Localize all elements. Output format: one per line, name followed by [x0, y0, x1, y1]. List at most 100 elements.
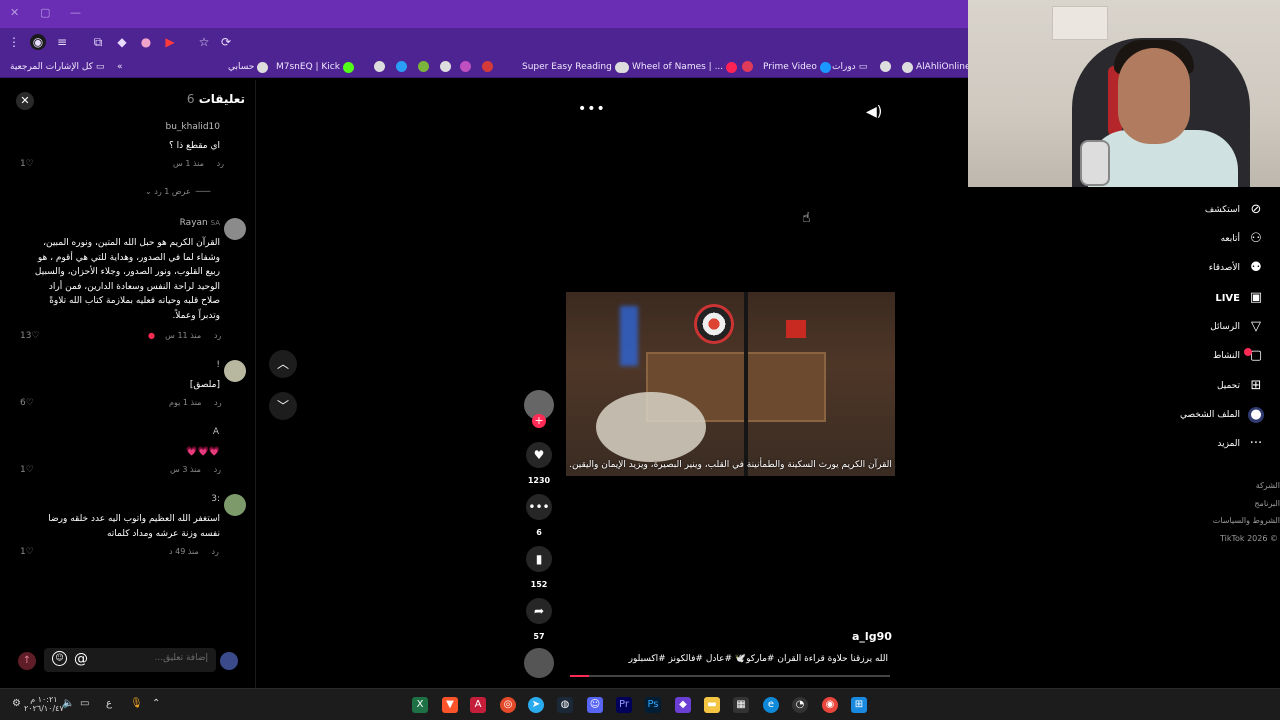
comment-like-button[interactable]: 1♡ — [20, 159, 34, 169]
extension-ghost-icon[interactable]: ● — [138, 34, 154, 50]
bookmark-wheel-of-names[interactable]: Wheel of Names | ... — [618, 59, 738, 75]
tray-chevron-up-icon[interactable]: ⌃ — [152, 698, 160, 709]
footer-program-link[interactable]: البرنامج — [1254, 499, 1280, 508]
photoshop-icon[interactable]: Ps — [645, 697, 661, 713]
comment-like-button[interactable]: 13♡ — [20, 331, 40, 341]
bookmark-prime-video[interactable]: Prime Video — [763, 59, 831, 75]
network-icon[interactable]: ▭ — [80, 698, 89, 709]
system-clock[interactable]: ١٠:٢١ م ٢٠٢٦/١٠/٤٧ — [24, 695, 64, 713]
music-disc[interactable] — [524, 648, 554, 678]
save-button[interactable]: ▮ — [526, 546, 552, 572]
globe-icon[interactable] — [880, 61, 891, 72]
app-a-icon[interactable]: A — [470, 697, 486, 713]
bookmark-alahlionline[interactable]: AlAhliOnline — [902, 59, 971, 75]
nav-activity[interactable]: ▢ النشاط — [1213, 346, 1264, 366]
profile-icon[interactable]: ◉ — [30, 34, 46, 50]
microphone-icon[interactable]: 🎙 — [130, 698, 143, 709]
download-icon[interactable] — [418, 61, 429, 72]
minimize-window-icon[interactable]: — — [70, 6, 81, 19]
more-options-icon[interactable]: ••• — [578, 101, 606, 117]
nav-messages[interactable]: ▽ الرسائل — [1210, 317, 1264, 337]
nav-friends[interactable]: ⚉ الأصدقاء — [1209, 258, 1264, 278]
video-author[interactable]: a_lg90 — [852, 630, 892, 643]
footer-company-link[interactable]: الشركة — [1256, 481, 1280, 490]
footer-terms-link[interactable]: الشروط والسياسات — [1213, 516, 1280, 525]
file-explorer-icon[interactable]: ▬ — [704, 697, 720, 713]
post-comment-button[interactable]: ↑ — [18, 652, 36, 670]
edge-icon[interactable] — [396, 61, 407, 72]
globe-icon[interactable] — [440, 61, 451, 72]
comment-username[interactable]: ! — [216, 360, 220, 370]
nav-upload[interactable]: ⊞ تحميل — [1217, 376, 1264, 396]
reply-link[interactable]: رد — [211, 547, 218, 556]
bookmark-all[interactable]: كل الإشارات المرجعية ▭ — [10, 59, 104, 75]
menu-kebab-icon[interactable]: ⋮ — [6, 34, 22, 50]
follow-button[interactable]: + — [532, 414, 546, 428]
reload-icon[interactable]: ⟳ — [218, 34, 234, 50]
comment-input[interactable]: ☺ @ إضافة تعليق... — [44, 648, 216, 672]
restore-window-icon[interactable]: ▢ — [40, 6, 50, 19]
comment-username[interactable]: A — [213, 427, 219, 437]
premiere-icon[interactable]: Pr — [616, 697, 632, 713]
reply-link[interactable]: رد — [214, 331, 221, 340]
steam-icon[interactable]: ◍ — [557, 697, 573, 713]
language-indicator[interactable]: ع — [106, 698, 112, 709]
close-window-icon[interactable]: ✕ — [10, 6, 19, 19]
next-video-button[interactable]: ﹀ — [269, 392, 297, 420]
emoji-icon[interactable]: ☺ — [52, 651, 67, 666]
app-icon[interactable] — [742, 61, 753, 72]
comment-like-button[interactable]: 1♡ — [20, 465, 34, 475]
like-button[interactable]: ♥ — [526, 442, 552, 468]
bookmark-account[interactable]: حسابي — [228, 59, 269, 75]
avatar[interactable] — [224, 218, 246, 240]
extensions-icon[interactable]: ⧉ — [90, 34, 106, 50]
reply-link[interactable]: رد — [217, 159, 224, 168]
app-circle-icon[interactable]: ◎ — [500, 697, 516, 713]
edge-icon[interactable]: e — [763, 697, 779, 713]
volume-icon[interactable]: ◀) — [866, 104, 882, 120]
brave-icon[interactable]: ▼ — [442, 697, 458, 713]
close-comments-button[interactable]: ✕ — [16, 92, 34, 110]
chevron-left-icon[interactable]: « — [117, 59, 123, 75]
chrome-icon[interactable]: ◉ — [822, 697, 838, 713]
view-replies-button[interactable]: ─── عرض 1 رد ⌄ — [145, 187, 210, 196]
settings-gear-icon[interactable]: ⚙ — [12, 698, 21, 709]
windows-start-icon[interactable]: ⊞ — [851, 697, 867, 713]
comment-button[interactable]: ••• — [526, 494, 552, 520]
nav-profile[interactable]: ● الملف الشخصي — [1180, 405, 1264, 425]
comment-username[interactable]: Rayan SA — [180, 218, 220, 228]
comment-like-button[interactable]: 1♡ — [20, 547, 34, 557]
reply-link[interactable]: رد — [214, 398, 221, 407]
avatar[interactable] — [224, 360, 246, 382]
app-a-icon[interactable] — [482, 61, 493, 72]
comment-like-button[interactable]: 6♡ — [20, 398, 34, 408]
playlist-icon[interactable]: ≡ — [54, 34, 70, 50]
discord-icon[interactable]: ☺ — [587, 697, 603, 713]
nav-following[interactable]: ⚇ أتابعه — [1221, 229, 1264, 249]
previous-video-button[interactable]: ︿ — [269, 350, 297, 378]
extension-diamond-icon[interactable]: ◆ — [114, 34, 130, 50]
excel-icon[interactable]: X — [412, 697, 428, 713]
comment-username[interactable]: :3 — [211, 494, 220, 504]
store-icon[interactable]: ▦ — [733, 697, 749, 713]
comment-username[interactable]: bu_khalid10 — [165, 122, 220, 132]
video-player[interactable] — [566, 292, 895, 476]
app-gauge-icon[interactable]: ◔ — [792, 697, 808, 713]
extension-youtube-icon[interactable]: ▶ — [162, 34, 178, 50]
mention-button[interactable]: @ — [74, 651, 88, 667]
app-play-icon[interactable]: ◆ — [675, 697, 691, 713]
avatar[interactable] — [220, 652, 238, 670]
app-icon[interactable] — [460, 61, 471, 72]
nav-explore[interactable]: ⊘ استكشف — [1205, 200, 1264, 220]
speaker-icon[interactable]: 🔈 — [62, 698, 74, 709]
globe-icon[interactable] — [374, 61, 385, 72]
nav-more[interactable]: ··· المزيد — [1217, 434, 1264, 454]
share-button[interactable]: ➦ — [526, 598, 552, 624]
telegram-icon[interactable]: ➤ — [528, 697, 544, 713]
bookmark-super-easy-reading[interactable]: Super Easy Reading — [522, 59, 626, 75]
avatar[interactable] — [224, 494, 246, 516]
nav-live[interactable]: ▣ LIVE — [1215, 288, 1264, 308]
video-progress-bar[interactable] — [570, 675, 890, 677]
bookmark-star-icon[interactable]: ☆ — [196, 34, 212, 50]
bookmark-courses[interactable]: دورات ▭ — [832, 59, 867, 75]
